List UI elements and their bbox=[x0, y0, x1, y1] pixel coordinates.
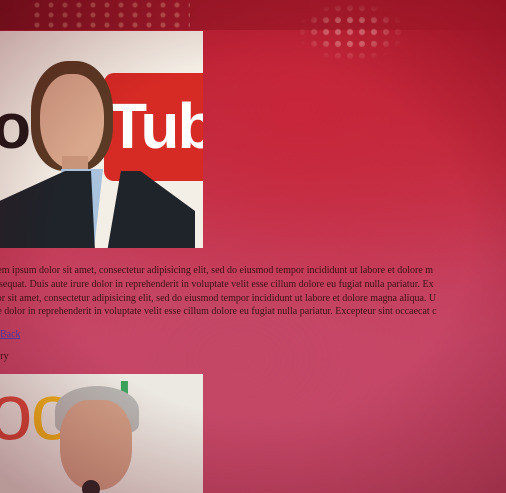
paragraph-line: nsequat. Duis aute irure dolor in repreh… bbox=[0, 278, 434, 290]
person-face bbox=[60, 400, 132, 490]
paragraph-line: lor sit amet, consectetur adipisicing el… bbox=[0, 292, 437, 304]
paragraph-line: rem ipsum dolor sit amet, consectetur ad… bbox=[0, 265, 434, 276]
corner-text: r bbox=[0, 4, 1, 16]
bokeh-decoration bbox=[296, 2, 406, 62]
youtube-founder-photo: Tub ou bbox=[0, 31, 203, 248]
person-face bbox=[40, 74, 104, 169]
paragraph-line: re dolor in reprehenderit in voluptate v… bbox=[0, 306, 437, 318]
back-link[interactable]: Back bbox=[0, 329, 21, 340]
youtube-logo-text: Tub bbox=[108, 90, 203, 162]
person-name-caption: rry bbox=[0, 351, 9, 362]
bokeh-decoration-left bbox=[30, 0, 190, 28]
google-founder-photo: oogl bbox=[0, 374, 203, 493]
microphone-icon bbox=[82, 480, 100, 493]
google-letter: o bbox=[0, 374, 32, 456]
body-paragraph: rem ipsum dolor sit amet, consectetur ad… bbox=[0, 264, 506, 319]
